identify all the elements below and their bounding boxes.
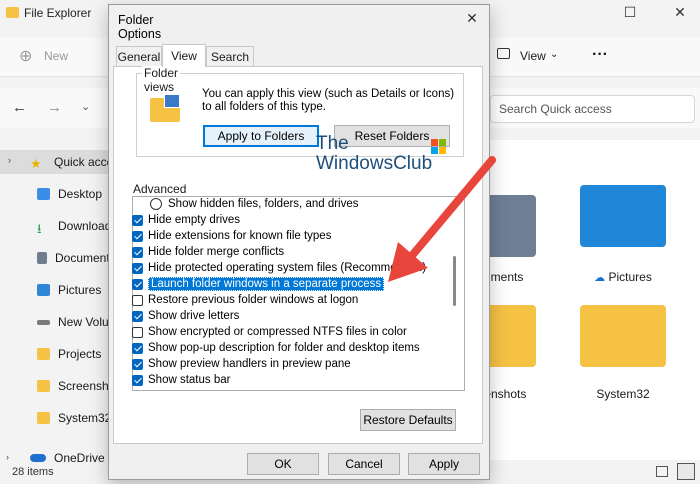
nav-item-new-volume[interactable]: New Volume [0, 310, 112, 334]
tile-pictures[interactable]: ☁ Pictures [578, 185, 668, 290]
setting-launch-separate-process[interactable]: Launch folder windows in a separate proc… [132, 276, 422, 292]
details-view-icon[interactable] [656, 466, 668, 477]
checkbox[interactable] [132, 214, 143, 226]
cancel-button[interactable]: Cancel [328, 453, 400, 475]
folder-icon [37, 380, 50, 392]
desktop-icon [37, 188, 50, 200]
checkbox[interactable] [132, 230, 143, 242]
checkbox[interactable] [132, 326, 143, 338]
apply-button[interactable]: Apply [408, 453, 480, 475]
close-icon[interactable]: ✕ [668, 4, 692, 22]
checkbox[interactable] [132, 342, 143, 354]
new-button[interactable]: New [44, 49, 68, 63]
search-input[interactable]: Search Quick access [490, 95, 695, 123]
setting-hide-protected-os-files[interactable]: Hide protected operating system files (R… [132, 260, 426, 276]
tab-search[interactable]: Search [206, 46, 254, 66]
nav-item-screenshots[interactable]: Screenshots [0, 374, 112, 398]
setting-show-preview-handlers[interactable]: Show preview handlers in preview pane [132, 356, 422, 372]
recent-chevron-icon[interactable]: ⌄ [81, 100, 90, 113]
tile-system32[interactable]: System32 [578, 300, 668, 405]
checkbox[interactable] [132, 358, 143, 370]
star-icon: ★ [30, 156, 42, 171]
tab-view[interactable]: View [162, 44, 206, 67]
drive-icon [37, 319, 50, 325]
folder-icon [580, 305, 666, 367]
nav-item-desktop[interactable]: Desktop [0, 182, 112, 206]
checkbox[interactable] [132, 262, 143, 274]
folder-icon [37, 412, 50, 424]
checkbox[interactable] [132, 310, 143, 322]
nav-item-downloads[interactable]: ⭳ Downloads [0, 214, 112, 238]
chevron-down-icon: ⌄ [550, 49, 559, 60]
cloud-icon [30, 454, 46, 462]
checkbox[interactable] [132, 278, 143, 290]
checkbox[interactable] [132, 246, 143, 258]
tiles-view-icon[interactable] [677, 463, 695, 480]
apply-to-folders-button[interactable]: Apply to Folders [203, 125, 319, 147]
ok-button[interactable]: OK [247, 453, 319, 475]
folder-views-description: You can apply this view (such as Details… [202, 88, 455, 113]
pictures-icon [37, 284, 50, 296]
maximize-icon[interactable]: ☐ [618, 4, 642, 22]
dialog-title: Folder Options [118, 13, 162, 41]
new-icon: ⊕ [19, 48, 33, 65]
checkbox[interactable] [132, 294, 143, 306]
download-icon: ⭳ [37, 221, 42, 236]
pictures-folder-icon [580, 185, 666, 247]
back-arrow-icon[interactable]: ← [12, 99, 27, 116]
folder-views-icon [150, 94, 180, 122]
checkbox[interactable] [132, 374, 143, 386]
folder-icon [37, 348, 50, 360]
view-icon [497, 48, 510, 59]
tile-label-row: ☁ Pictures [594, 270, 652, 284]
nav-item-projects[interactable]: Projects [0, 342, 112, 366]
nav-item-documents[interactable]: Documents [0, 246, 112, 270]
item-count: 28 items [12, 466, 54, 478]
setting-show-popup-description[interactable]: Show pop-up description for folder and d… [132, 340, 422, 356]
setting-hide-merge-conflicts[interactable]: Hide folder merge conflicts [132, 244, 422, 260]
folder-icon [6, 7, 19, 18]
more-options-button[interactable]: ··· [592, 46, 608, 64]
radio-button[interactable] [150, 198, 162, 210]
setting-show-ntfs-color[interactable]: Show encrypted or compressed NTFS files … [132, 324, 422, 340]
setting-restore-previous-windows[interactable]: Restore previous folder windows at logon [132, 292, 422, 308]
documents-icon [37, 252, 47, 264]
view-button[interactable]: View [520, 49, 546, 63]
dialog-close-button[interactable]: ✕ [460, 10, 484, 30]
nav-item-pictures[interactable]: Pictures [0, 278, 112, 302]
setting-show-hidden-files[interactable]: Show hidden files, folders, and drives [132, 196, 422, 212]
setting-show-drive-letters[interactable]: Show drive letters [132, 308, 422, 324]
annotation-arrow-icon [388, 156, 496, 282]
nav-item-quick-access[interactable]: ★ Quick access [0, 150, 112, 174]
setting-hide-extensions[interactable]: Hide extensions for known file types [132, 228, 422, 244]
setting-show-status-bar[interactable]: Show status bar [132, 372, 422, 388]
setting-hide-empty-drives[interactable]: Hide empty drives [132, 212, 422, 228]
restore-defaults-button[interactable]: Restore Defaults [360, 409, 456, 431]
forward-arrow-icon[interactable]: → [47, 99, 62, 116]
tab-general[interactable]: General [116, 46, 162, 66]
grid-icon [164, 94, 180, 108]
folder-views-label: Folder views [142, 66, 181, 94]
explorer-title: File Explorer [24, 6, 92, 20]
nav-item-system32[interactable]: System32 [0, 406, 112, 430]
cloud-icon: ☁ [594, 272, 606, 284]
